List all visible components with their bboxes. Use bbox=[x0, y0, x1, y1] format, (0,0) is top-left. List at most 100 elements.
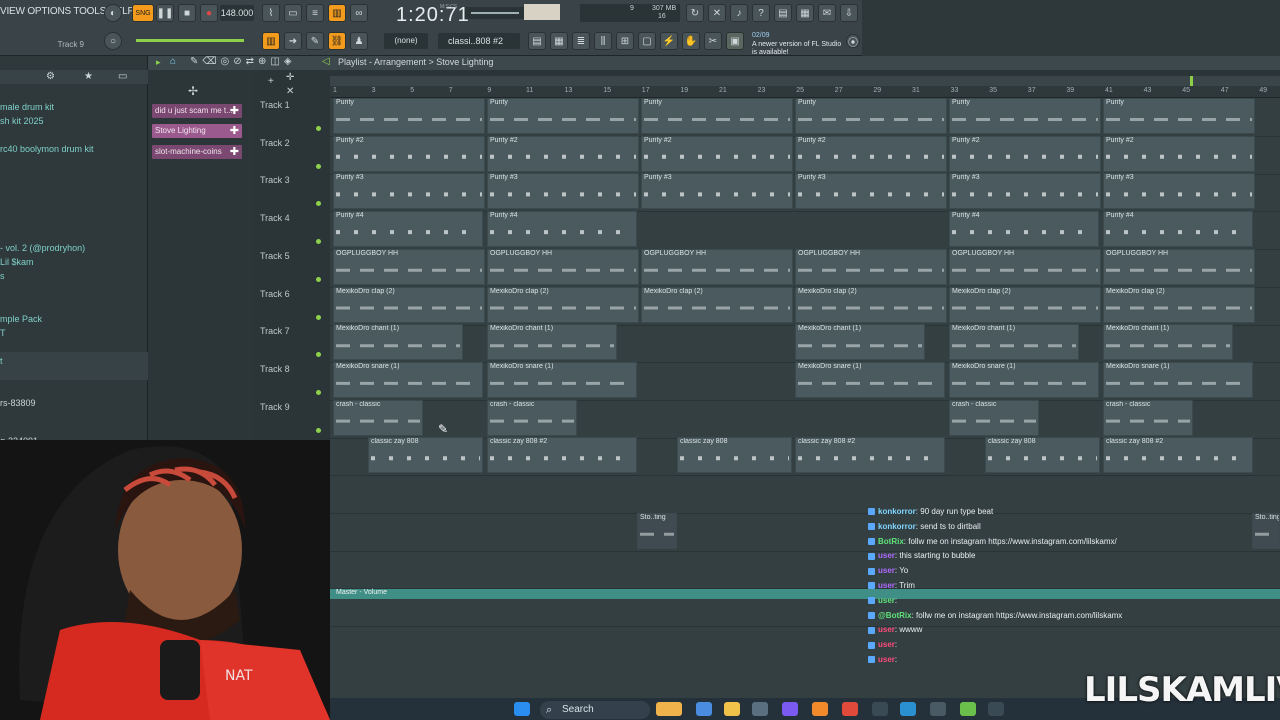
track-mute-led[interactable] bbox=[316, 126, 321, 131]
pattern-clip[interactable]: Purity bbox=[641, 98, 793, 134]
pattern-clip[interactable]: MexikoDro chant (1) bbox=[333, 324, 463, 361]
pattern-clip[interactable]: MexikoDro clap (2) bbox=[333, 286, 485, 323]
store-icon[interactable] bbox=[752, 702, 768, 716]
arrow-icon[interactable]: ▸ bbox=[156, 57, 161, 68]
track-header[interactable]: Track 1 bbox=[260, 100, 328, 110]
pattern-select[interactable]: classi..808 #2 bbox=[438, 33, 520, 49]
close-icon[interactable]: ✕ bbox=[286, 86, 294, 97]
play-icon[interactable]: ◁ bbox=[322, 56, 330, 67]
record-button[interactable]: ● bbox=[200, 4, 218, 22]
pause-button[interactable]: ❚❚ bbox=[156, 4, 174, 22]
track-mute-led[interactable] bbox=[316, 201, 321, 207]
piano-icon[interactable]: ▦ bbox=[550, 32, 568, 50]
stamp-icon[interactable]: ♟ bbox=[350, 32, 368, 50]
loop-record-icon[interactable]: ∞ bbox=[350, 4, 368, 22]
pattern-clip[interactable]: Purity bbox=[487, 98, 639, 134]
pattern-clip[interactable]: Purity bbox=[949, 98, 1101, 134]
gear-icon[interactable]: ⚙ bbox=[46, 71, 55, 82]
track-mute-led[interactable] bbox=[316, 389, 321, 395]
browser-item[interactable]: mple Pack bbox=[0, 314, 42, 324]
pattern-clip[interactable]: Purity #4 bbox=[333, 211, 483, 248]
track-header[interactable]: Track 5 bbox=[260, 251, 328, 261]
browser-item[interactable]: t bbox=[0, 356, 3, 366]
browser-item[interactable]: s bbox=[0, 271, 5, 281]
stop-button[interactable]: ■ bbox=[178, 4, 196, 22]
plus-icon[interactable]: ✚ bbox=[230, 104, 239, 118]
browser-item[interactable]: sh kit 2025 bbox=[0, 116, 44, 126]
weather-widget-icon[interactable] bbox=[656, 702, 682, 716]
pattern-clip[interactable]: MexikoDro clap (2) bbox=[487, 286, 639, 323]
track-header[interactable]: Track 9 bbox=[260, 402, 328, 412]
pattern-clip[interactable]: MexikoDro clap (2) bbox=[1103, 286, 1255, 323]
browser-icon[interactable]: ▦ bbox=[796, 4, 814, 22]
app-icon[interactable] bbox=[930, 702, 946, 716]
track-mute-led[interactable] bbox=[316, 239, 321, 245]
main-pitch-knob[interactable]: ○ bbox=[104, 32, 122, 50]
pat-song-toggle[interactable]: ◐ bbox=[104, 4, 122, 22]
track-header[interactable]: Track 6 bbox=[260, 289, 328, 299]
pattern-clip[interactable]: MexikoDro chant (1) bbox=[1103, 324, 1233, 361]
automation-clip-master[interactable] bbox=[330, 589, 1280, 599]
picker-item-0[interactable]: did u just scam me t... ✚ bbox=[152, 104, 242, 118]
browser-item[interactable]: rc40 boolymon drum kit bbox=[0, 144, 94, 154]
browser-item[interactable]: rs-83809 bbox=[0, 398, 36, 408]
track-mute-led[interactable] bbox=[316, 314, 321, 320]
save-icon[interactable]: ▤ bbox=[774, 4, 792, 22]
file-explorer-icon[interactable] bbox=[724, 702, 740, 716]
discord-icon[interactable] bbox=[782, 702, 798, 716]
pattern-clip[interactable]: MexikoDro chant (1) bbox=[949, 324, 1079, 361]
pattern-clip[interactable]: Sto..ting bbox=[1252, 512, 1280, 549]
metronome-icon[interactable]: ⌇ bbox=[262, 4, 280, 22]
pattern-clip[interactable]: Purity #2 bbox=[1103, 135, 1255, 172]
pattern-clip[interactable]: Purity #3 bbox=[949, 173, 1101, 210]
countdown-icon[interactable]: ≡ bbox=[306, 4, 324, 22]
app2-icon[interactable] bbox=[960, 702, 976, 716]
horizontal-scrollbar[interactable] bbox=[330, 76, 1280, 86]
pattern-clip[interactable]: OGPLUGGBOY HH bbox=[487, 248, 639, 285]
folder-icon[interactable]: ▭ bbox=[118, 71, 127, 82]
pattern-clip[interactable]: Purity bbox=[1103, 98, 1255, 134]
track-mute-led[interactable] bbox=[316, 352, 321, 358]
taskbar-search[interactable]: ⌕ Search bbox=[540, 701, 650, 719]
close-notice-icon[interactable]: ⦿ bbox=[846, 34, 860, 49]
pattern-clip[interactable]: Purity #2 bbox=[795, 135, 947, 172]
mixer-faders-icon[interactable]: ⫼ bbox=[594, 32, 612, 50]
browser-item[interactable]: T bbox=[0, 328, 6, 338]
timeline-ruler[interactable] bbox=[330, 86, 1280, 98]
pattern-clip[interactable]: MexikoDro chant (1) bbox=[487, 324, 617, 361]
help-icon[interactable]: ? bbox=[752, 4, 770, 22]
star-icon[interactable]: ★ bbox=[84, 71, 93, 82]
pattern-clip[interactable]: MexikoDro clap (2) bbox=[641, 286, 793, 323]
copilot-icon[interactable] bbox=[696, 702, 712, 716]
plus-icon[interactable]: ✛ bbox=[286, 72, 294, 83]
touch-icon[interactable]: ✋ bbox=[682, 32, 700, 50]
chat-icon[interactable]: ✉ bbox=[818, 4, 836, 22]
track-header[interactable]: Track 3 bbox=[260, 175, 328, 185]
master-volume-knob[interactable] bbox=[524, 4, 560, 20]
pattern-clip[interactable]: OGPLUGGBOY HH bbox=[641, 248, 793, 285]
pattern-clip[interactable]: Purity #3 bbox=[487, 173, 639, 210]
tool-icons[interactable]: ✎⌫◎⊘⇄⊕◫◈ bbox=[190, 56, 296, 67]
pattern-clip[interactable]: classic zay 808 bbox=[368, 437, 483, 474]
channel-rack-icon[interactable]: ≣ bbox=[572, 32, 590, 50]
time-display[interactable]: 1:20:71 bbox=[396, 4, 470, 27]
pattern-clip[interactable]: Purity #4 bbox=[949, 211, 1099, 248]
pattern-clip[interactable]: Purity #2 bbox=[641, 135, 793, 172]
tools-icon[interactable]: ✕ bbox=[708, 4, 726, 22]
pattern-clip[interactable]: classic zay 808 #2 bbox=[1103, 437, 1253, 474]
pattern-clip[interactable]: Purity #2 bbox=[949, 135, 1101, 172]
pattern-clip[interactable]: MexikoDro clap (2) bbox=[795, 286, 947, 323]
pattern-clip[interactable]: Purity #4 bbox=[1103, 211, 1253, 248]
blend-icon[interactable]: ▥ bbox=[328, 4, 346, 22]
piano-roll-icon[interactable]: ▥ bbox=[262, 32, 280, 50]
app3-icon[interactable] bbox=[988, 702, 1004, 716]
plus-icon[interactable]: ✚ bbox=[230, 124, 239, 138]
pattern-clip[interactable]: MexikoDro snare (1) bbox=[333, 361, 483, 398]
pattern-clip[interactable]: Purity #4 bbox=[487, 211, 637, 248]
brave-icon[interactable] bbox=[842, 702, 858, 716]
pattern-clip[interactable]: OGPLUGGBOY HH bbox=[795, 248, 947, 285]
pattern-clip[interactable]: crash - classic bbox=[949, 399, 1039, 436]
track-header[interactable]: Track 7 bbox=[260, 326, 328, 336]
pattern-clip[interactable]: MexikoDro snare (1) bbox=[949, 361, 1099, 398]
pattern-clip[interactable]: OGPLUGGBOY HH bbox=[949, 248, 1101, 285]
